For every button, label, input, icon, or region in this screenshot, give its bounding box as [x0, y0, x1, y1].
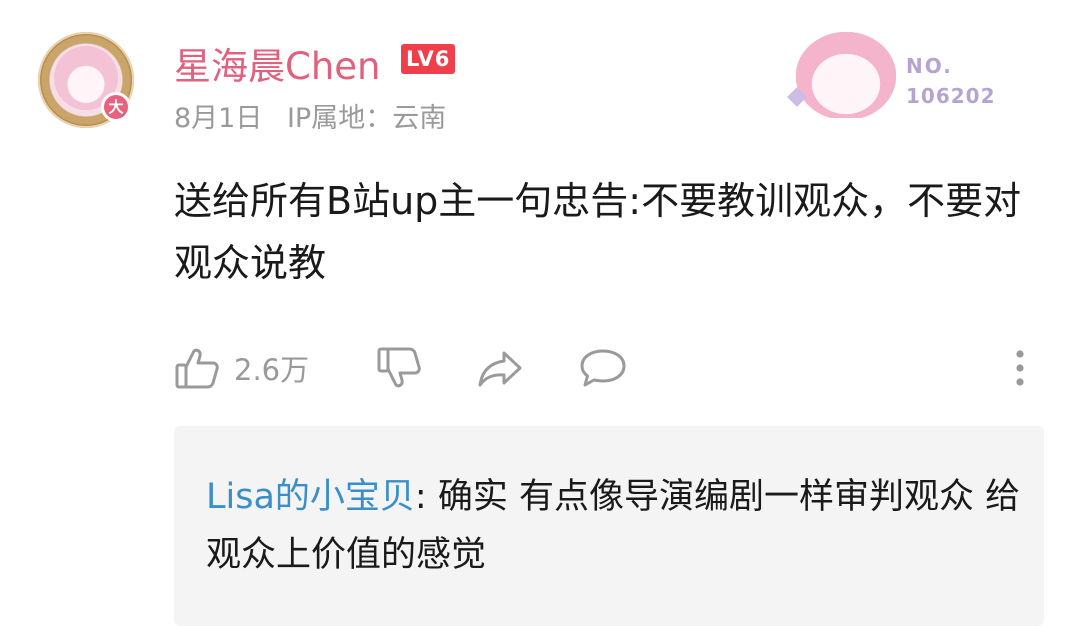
fan-badge[interactable]: NO. 106202: [786, 28, 1010, 124]
like-button[interactable]: 2.6万: [174, 340, 309, 396]
comment-text: 送给所有B站up主一句忠告:不要教训观众，不要对观众说教: [174, 179, 1022, 285]
fan-number-label: NO.: [906, 54, 953, 78]
thumbs-down-icon: [376, 345, 422, 391]
user-avatar[interactable]: 大: [38, 32, 134, 128]
fan-number-value: 106202: [906, 84, 996, 108]
thumbs-up-icon: [174, 345, 220, 391]
avatar-badge: 大: [101, 92, 131, 122]
comment-date: 8月1日: [174, 103, 263, 134]
share-button[interactable]: [476, 340, 524, 396]
comment-bubble-icon: [578, 345, 628, 391]
more-vertical-icon: [1006, 345, 1034, 391]
level-badge: LV6: [401, 44, 456, 74]
comment-actions: 2.6万: [170, 340, 1050, 396]
more-options-button[interactable]: [1006, 340, 1034, 396]
reply-item: Lisa的小宝贝: 确实 有点像导演编剧一样审判观众 给观众上价值的感觉: [206, 468, 1026, 584]
like-count: 2.6万: [234, 353, 310, 387]
reply-preview[interactable]: Lisa的小宝贝: 确实 有点像导演编剧一样审判观众 给观众上价值的感觉: [174, 426, 1044, 626]
ip-location: IP属地：云南: [286, 103, 447, 134]
reply-separator: :: [414, 477, 438, 517]
dislike-button[interactable]: [376, 340, 422, 396]
share-arrow-icon: [476, 345, 524, 391]
username[interactable]: 星海晨Chen: [174, 36, 381, 90]
reply-author[interactable]: Lisa的小宝贝: [206, 477, 415, 517]
comment-meta: 8月1日 IP属地：云南: [174, 96, 446, 135]
reply-button[interactable]: [578, 340, 628, 396]
chibi-character-image: [796, 32, 896, 118]
